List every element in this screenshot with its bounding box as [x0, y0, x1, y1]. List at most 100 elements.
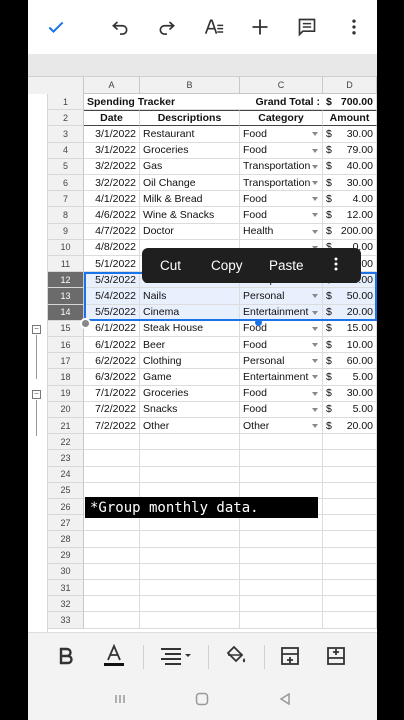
description-cell[interactable]: Nails: [140, 288, 240, 305]
category-cell[interactable]: [240, 466, 323, 483]
header-date[interactable]: Date: [84, 110, 140, 127]
row-header[interactable]: 32: [48, 596, 84, 613]
date-cell[interactable]: 7/2/2022: [84, 418, 140, 435]
date-cell[interactable]: [84, 563, 140, 580]
description-cell[interactable]: [140, 596, 240, 613]
date-cell[interactable]: 6/1/2022: [84, 337, 140, 354]
row-header[interactable]: 23: [48, 450, 84, 467]
row-header[interactable]: 17: [48, 353, 84, 370]
amount-cell[interactable]: $30.00: [323, 385, 377, 402]
paste-menu-item[interactable]: Paste: [269, 258, 304, 273]
row-header[interactable]: 30: [48, 563, 84, 580]
date-cell[interactable]: 5/1/2022: [84, 256, 140, 273]
description-cell[interactable]: Clothing: [140, 353, 240, 370]
amount-cell[interactable]: [323, 450, 377, 467]
date-cell[interactable]: 3/1/2022: [84, 142, 140, 159]
category-cell[interactable]: [240, 563, 323, 580]
category-cell[interactable]: Food: [240, 385, 323, 402]
category-cell[interactable]: Transportation: [240, 175, 323, 192]
column-letter-b[interactable]: B: [140, 76, 240, 94]
row-header[interactable]: 26: [48, 499, 84, 516]
date-cell[interactable]: 7/2/2022: [84, 401, 140, 418]
row-header[interactable]: 19: [48, 385, 84, 402]
row-header[interactable]: 9: [48, 223, 84, 240]
category-cell[interactable]: Personal: [240, 353, 323, 370]
row-header[interactable]: 8: [48, 207, 84, 224]
row-header[interactable]: 18: [48, 369, 84, 386]
amount-cell[interactable]: $200.00: [323, 223, 377, 240]
row-header[interactable]: 12: [48, 272, 84, 289]
description-cell[interactable]: Milk & Bread: [140, 191, 240, 208]
date-cell[interactable]: [84, 580, 140, 597]
date-cell[interactable]: 5/5/2022: [84, 304, 140, 321]
spreadsheet-grid[interactable]: 1 Spending Tracker Grand Total : $ 700.0…: [28, 94, 377, 632]
chevron-down-icon[interactable]: [312, 326, 318, 331]
row-header[interactable]: 4: [48, 142, 84, 159]
date-cell[interactable]: 4/1/2022: [84, 191, 140, 208]
description-cell[interactable]: Groceries: [140, 142, 240, 159]
description-cell[interactable]: Snacks: [140, 401, 240, 418]
category-cell[interactable]: Food: [240, 126, 323, 143]
amount-cell[interactable]: $40.00: [323, 158, 377, 175]
amount-cell[interactable]: [323, 580, 377, 597]
row-header[interactable]: 21: [48, 418, 84, 435]
description-cell[interactable]: Other: [140, 418, 240, 435]
description-cell[interactable]: Beer: [140, 337, 240, 354]
column-letter-c[interactable]: C: [240, 76, 323, 94]
amount-cell[interactable]: [323, 499, 377, 516]
row-header[interactable]: 1: [48, 94, 84, 111]
description-cell[interactable]: [140, 434, 240, 451]
category-cell[interactable]: Food: [240, 191, 323, 208]
amount-cell[interactable]: [323, 531, 377, 548]
grand-total-label[interactable]: Grand Total :: [240, 94, 323, 111]
amount-cell[interactable]: [323, 482, 377, 499]
date-cell[interactable]: [84, 450, 140, 467]
grand-total-cell[interactable]: $ 700.00: [323, 94, 377, 111]
row-header[interactable]: 29: [48, 547, 84, 564]
description-cell[interactable]: [140, 466, 240, 483]
amount-cell[interactable]: $5.00: [323, 401, 377, 418]
date-cell[interactable]: 4/8/2022: [84, 239, 140, 256]
chevron-down-icon[interactable]: [312, 343, 318, 347]
chevron-down-icon[interactable]: [312, 294, 318, 299]
category-cell[interactable]: [240, 434, 323, 451]
date-cell[interactable]: 3/2/2022: [84, 158, 140, 175]
description-cell[interactable]: [140, 612, 240, 629]
row-header[interactable]: 15: [48, 320, 84, 337]
chevron-down-icon[interactable]: [312, 132, 318, 137]
category-cell[interactable]: Other: [240, 418, 323, 435]
amount-cell[interactable]: $4.00: [323, 191, 377, 208]
row-header[interactable]: 33: [48, 612, 84, 629]
text-color-icon[interactable]: [98, 641, 130, 671]
date-cell[interactable]: 4/7/2022: [84, 223, 140, 240]
row-header[interactable]: 14: [48, 304, 84, 321]
description-cell[interactable]: Game: [140, 369, 240, 386]
amount-cell[interactable]: [323, 563, 377, 580]
category-cell[interactable]: [240, 612, 323, 629]
amount-cell[interactable]: $20.00: [323, 304, 377, 321]
column-letter-a[interactable]: A: [84, 76, 140, 94]
category-cell[interactable]: Food: [240, 320, 323, 337]
amount-cell[interactable]: [323, 596, 377, 613]
category-cell[interactable]: Food: [240, 142, 323, 159]
amount-cell[interactable]: $60.00: [323, 353, 377, 370]
row-header[interactable]: 16: [48, 337, 84, 354]
chevron-down-icon[interactable]: [312, 213, 318, 218]
description-cell[interactable]: Gas: [140, 158, 240, 175]
category-cell[interactable]: Food: [240, 401, 323, 418]
date-cell[interactable]: [84, 466, 140, 483]
row-header[interactable]: 31: [48, 580, 84, 597]
amount-cell[interactable]: $5.00: [323, 369, 377, 386]
date-cell[interactable]: 3/1/2022: [84, 126, 140, 143]
date-cell[interactable]: [84, 612, 140, 629]
date-cell[interactable]: 5/3/2022: [84, 272, 140, 289]
fill-color-icon[interactable]: [220, 641, 252, 671]
amount-cell[interactable]: $79.00: [323, 142, 377, 159]
chevron-down-icon[interactable]: [312, 181, 318, 185]
chevron-down-icon[interactable]: [312, 391, 318, 396]
date-cell[interactable]: 6/3/2022: [84, 369, 140, 386]
category-cell[interactable]: [240, 450, 323, 467]
category-cell[interactable]: [240, 531, 323, 548]
collapse-group-icon[interactable]: −: [32, 325, 41, 334]
chevron-down-icon[interactable]: [312, 310, 318, 315]
